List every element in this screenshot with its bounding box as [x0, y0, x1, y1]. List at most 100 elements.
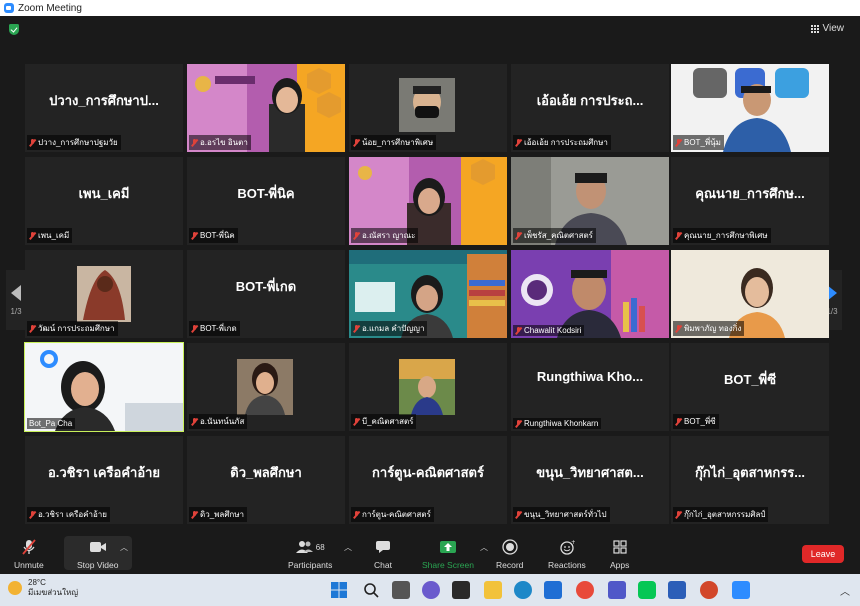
participant-name: กุ๊กไก่_อุตสาหกรรมศิลป์ [684, 510, 766, 519]
participant-tile[interactable]: บี_คณิตศาสตร์ [349, 343, 507, 431]
participant-tile[interactable]: ดิว_พลศึกษา ดิว_พลศึกษา [187, 436, 345, 524]
record-button[interactable]: Record [496, 538, 523, 570]
chevron-up-icon[interactable]: ︿ [840, 583, 850, 598]
participant-name: อ.อรไข อินตา [200, 138, 248, 147]
page-indicator-left: 1/3 [10, 306, 22, 316]
participant-name: วัฒน์ การประถมศึกษา [38, 324, 115, 333]
participant-tile[interactable]: ปวาง_การศึกษาป... ปวาง_การศึกษาปฐมวัย [25, 64, 183, 152]
participant-tile-active-speaker[interactable]: Bot_Pa Cha [24, 342, 184, 432]
participant-name: อ.แกมล คำปัญญา [362, 324, 425, 333]
muted-mic-icon [675, 510, 682, 519]
participant-label: อ.แกมล คำปัญญา [351, 321, 428, 336]
meeting-controls: Unmute Stop Video ︿ 68 Participants ︿ Ch… [0, 534, 860, 574]
reactions-smiley-icon: + [560, 539, 575, 555]
participant-label: อ.อรไข อินตา [189, 135, 251, 150]
leave-button[interactable]: Leave [802, 545, 844, 563]
participant-label: อ.วชิรา เครือคำอ้าย [27, 507, 110, 522]
teams-app-icon[interactable] [608, 581, 626, 599]
chat-button[interactable]: Chat [374, 538, 392, 570]
muted-mic-icon [353, 510, 360, 519]
muted-mic-icon [515, 138, 522, 147]
participant-label: กุ๊กไก่_อุตสาหกรรมศิลป์ [673, 507, 769, 522]
windows-start-icon[interactable] [330, 581, 348, 599]
unmute-button[interactable]: Unmute [14, 538, 44, 570]
participant-tile[interactable]: เพ็ชรัส_คณิตศาสตร์ [511, 157, 669, 245]
participant-name: BOT_พี่ซี [684, 417, 716, 426]
task-view-icon[interactable] [392, 581, 410, 599]
edge-browser-icon[interactable] [514, 581, 532, 599]
participant-tile[interactable]: ขนุน_วิทยาศาสต... ขนุน_วิทยาศาสตร์ทั่วไป [511, 436, 669, 524]
participant-name-display: Rungthiwa Kho... [536, 369, 644, 384]
participant-label: ปวาง_การศึกษาปฐมวัย [27, 135, 121, 150]
participant-tile[interactable]: BOT_พี่ซี BOT_พี่ซี [671, 343, 829, 431]
participant-tile[interactable]: เพน_เคมี เพน_เคมี [25, 157, 183, 245]
participant-name-display: ดิว_พลศึกษา [230, 465, 302, 480]
participants-button[interactable]: 68 Participants [288, 538, 332, 570]
previous-page-button[interactable]: 1/3 [6, 270, 26, 330]
share-options-chevron-icon[interactable]: ︿ [480, 542, 488, 553]
participant-tile[interactable]: คุณนาย_การศึกษ... คุณนาย_การศึกษาพิเศษ [671, 157, 829, 245]
mail-icon[interactable] [544, 581, 562, 599]
participant-tile[interactable]: Chawalit Kodsiri [511, 250, 669, 338]
grid-icon [810, 24, 819, 33]
participants-label: Participants [288, 560, 333, 570]
participant-tile[interactable]: อ.นันทน์นภัส [187, 343, 345, 431]
participant-name: บี_คณิตศาสตร์ [362, 417, 414, 426]
muted-mic-icon [191, 417, 198, 426]
muted-mic-icon [353, 324, 360, 333]
powerpoint-app-icon[interactable] [700, 581, 718, 599]
window-title: Zoom Meeting [18, 2, 82, 14]
muted-mic-icon [515, 326, 522, 335]
participant-tile[interactable]: BOT_พี่นุ้ม [671, 64, 829, 152]
participant-name: Rungthiwa Khonkarn [524, 419, 599, 428]
participant-name-display: BOT-พี่นิค [237, 186, 295, 201]
participant-name: อ.ณัสรา ญาณะ [362, 231, 416, 240]
participants-options-chevron-icon[interactable]: ︿ [344, 542, 352, 553]
participant-tile[interactable]: อ.ณัสรา ญาณะ [349, 157, 507, 245]
share-screen-button[interactable]: Share Screen [422, 538, 474, 570]
line-app-icon[interactable] [638, 581, 656, 599]
zoom-app-icon[interactable] [732, 581, 750, 599]
participant-tile[interactable]: กุ๊กไก่_อุตสาหกรร... กุ๊กไก่_อุตสาหกรรมศ… [671, 436, 829, 524]
participant-tile[interactable]: การ์ตูน-คณิตศาสตร์ การ์ตูน-คณิตศาสตร์ [349, 436, 507, 524]
participant-tile[interactable]: BOT-พี่นิค BOT-พี่นิค [187, 157, 345, 245]
participant-tile[interactable]: Rungthiwa Kho... Rungthiwa Khonkarn [511, 343, 669, 431]
apps-button[interactable]: Apps [610, 538, 629, 570]
participant-name: เพ็ชรัส_คณิตศาสตร์ [524, 231, 593, 240]
windows-taskbar: 28°C มีเมฆส่วนใหญ่ ︿ [0, 574, 860, 606]
participant-label: ดิว_พลศึกษา [189, 507, 247, 522]
chrome-browser-icon[interactable] [576, 581, 594, 599]
participant-tile[interactable]: อ.วชิรา เครือคำอ้าย อ.วชิรา เครือคำอ้าย [25, 436, 183, 524]
muted-mic-icon [675, 231, 682, 240]
participants-icon [295, 541, 313, 553]
participant-tile[interactable]: อ.แกมล คำปัญญา [349, 250, 507, 338]
meeting-topbar: View [0, 16, 860, 42]
participant-label: Rungthiwa Khonkarn [513, 418, 602, 429]
chat-label: Chat [374, 560, 392, 570]
search-icon[interactable] [362, 581, 380, 599]
stop-video-label: Stop Video [77, 560, 119, 570]
participant-tile[interactable]: BOT-พี่เกด BOT-พี่เกด [187, 250, 345, 338]
word-app-icon[interactable] [668, 581, 686, 599]
weather-widget[interactable]: 28°C มีเมฆส่วนใหญ่ [8, 578, 78, 598]
participant-tile[interactable]: วัฒน์ การประถมศึกษา [25, 250, 183, 338]
participant-tile[interactable]: น้อย_การศึกษาพิเศษ [349, 64, 507, 152]
teams-chat-icon[interactable] [422, 581, 440, 599]
participant-name: BOT-พี่เกด [200, 324, 237, 333]
security-shield-icon[interactable] [9, 24, 19, 35]
file-explorer-icon[interactable] [484, 581, 502, 599]
video-options-chevron-icon[interactable]: ︿ [120, 542, 128, 553]
muted-mic-icon [29, 231, 36, 240]
participant-label: พิมพาภัญ ทองกิ่ง [673, 321, 745, 336]
settings-app-icon[interactable] [452, 581, 470, 599]
video-camera-icon [89, 542, 106, 552]
stop-video-button[interactable]: Stop Video [77, 538, 118, 570]
participant-tile[interactable]: พิมพาภัญ ทองกิ่ง [671, 250, 829, 338]
participant-tile[interactable]: อ.อรไข อินตา [187, 64, 345, 152]
reactions-button[interactable]: + Reactions [548, 538, 586, 570]
participant-name: BOT_พี่นุ้ม [684, 138, 721, 147]
participant-tile[interactable]: เอ้อเอ้ย การประถ... เอ้อเอ้ย การประถมศึก… [511, 64, 669, 152]
view-button[interactable]: View [810, 23, 844, 34]
muted-mic-icon [29, 138, 36, 147]
participant-label: BOT_พี่นุ้ม [673, 135, 724, 150]
